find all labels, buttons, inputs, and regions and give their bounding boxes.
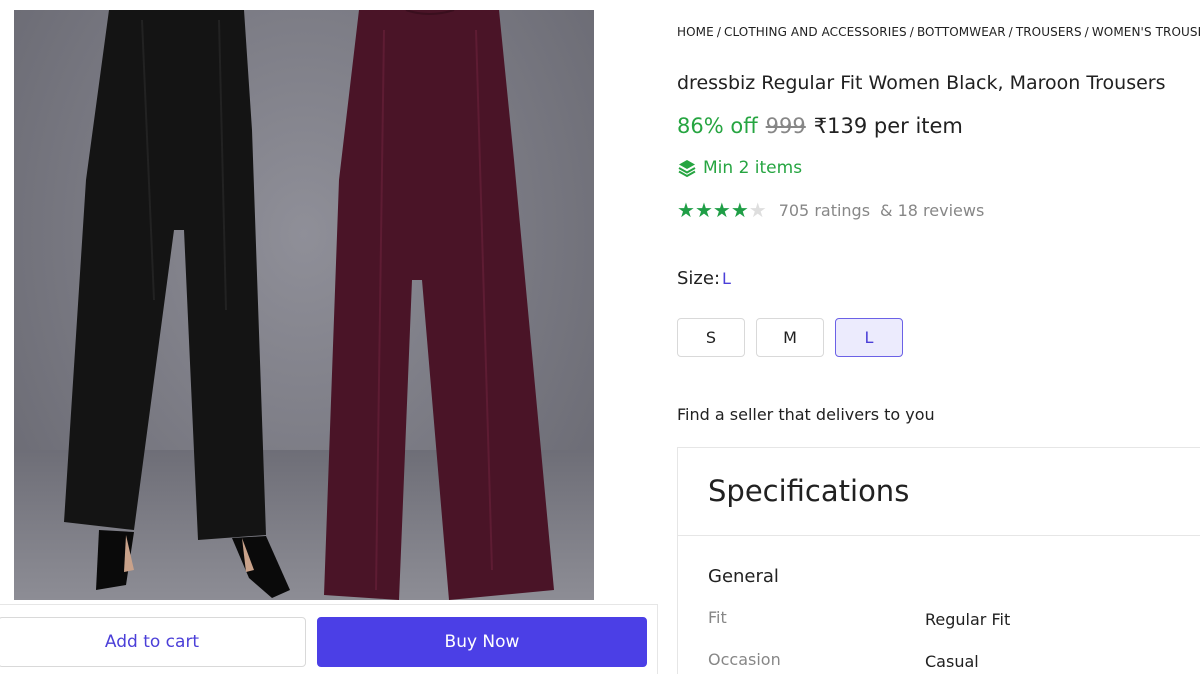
spec-key-fit: Fit: [708, 608, 727, 627]
product-title: dressbiz Regular Fit Women Black, Maroon…: [677, 72, 1166, 94]
discount-label: 86% off: [677, 114, 758, 138]
star-icon: ★: [677, 198, 695, 222]
action-bar: Add to cart Buy Now: [0, 604, 658, 674]
selling-price: ₹139 per item: [813, 114, 963, 138]
spec-key-occasion: Occasion: [708, 650, 781, 669]
add-to-cart-button[interactable]: Add to cart: [0, 617, 306, 667]
breadcrumb-home[interactable]: HOME: [677, 25, 714, 39]
reviews-count: & 18 reviews: [880, 200, 985, 220]
size-options: S M L: [677, 318, 903, 357]
breadcrumb-clothing[interactable]: CLOTHING AND ACCESSORIES: [724, 25, 907, 39]
size-option-s[interactable]: S: [677, 318, 745, 357]
original-price: 999: [765, 114, 806, 138]
size-label: Size:: [677, 268, 721, 289]
rating-row[interactable]: ★ ★ ★ ★ ★ 705 ratings & 18 reviews: [677, 200, 984, 220]
spec-value-fit: Regular Fit: [925, 610, 1011, 629]
star-icon: ★: [694, 198, 713, 222]
maroon-trousers: [324, 10, 554, 600]
buy-now-button[interactable]: Buy Now: [317, 617, 647, 667]
size-option-m[interactable]: M: [756, 318, 824, 357]
min-items-row: Min 2 items: [677, 158, 802, 178]
trousers-illustration: [64, 10, 554, 600]
star-empty-icon: ★: [748, 198, 767, 222]
product-page: Add to cart Buy Now HOME / CLOTHING AND AC…: [0, 0, 1200, 674]
size-option-l[interactable]: L: [835, 318, 903, 357]
layers-icon: [678, 160, 696, 178]
ratings-count: 705 ratings: [778, 200, 871, 220]
breadcrumb-womens-trousers[interactable]: WOMEN'S TROUSERS: [1092, 25, 1200, 39]
breadcrumb-trousers[interactable]: TROUSERS: [1016, 25, 1082, 39]
spec-group-title: General: [708, 566, 779, 587]
black-trousers: [64, 10, 266, 540]
specifications-card: Specifications General Fit Regular Fit O…: [677, 447, 1200, 674]
product-info: HOME / CLOTHING AND ACCESSORIES / BOTTOMWEAR…: [677, 0, 1200, 674]
spec-value-occasion: Casual: [925, 652, 979, 671]
specifications-title: Specifications: [678, 448, 1200, 536]
price-row: 86% off 999 ₹139 per item: [677, 114, 963, 138]
size-label-row: Size: L: [677, 268, 731, 289]
star-icon: ★: [730, 198, 749, 222]
product-image[interactable]: [14, 10, 594, 600]
black-shoe-right: [232, 536, 290, 598]
breadcrumb-bottomwear[interactable]: BOTTOMWEAR: [917, 25, 1006, 39]
star-icon: ★: [712, 198, 731, 222]
breadcrumb: HOME / CLOTHING AND ACCESSORIES / BOTTOMWEAR…: [677, 25, 1200, 39]
find-seller-label[interactable]: Find a seller that delivers to you: [677, 405, 935, 424]
star-rating: ★ ★ ★ ★ ★: [677, 200, 767, 220]
selected-size: L: [722, 269, 731, 288]
min-items-label: Min 2 items: [703, 158, 803, 178]
